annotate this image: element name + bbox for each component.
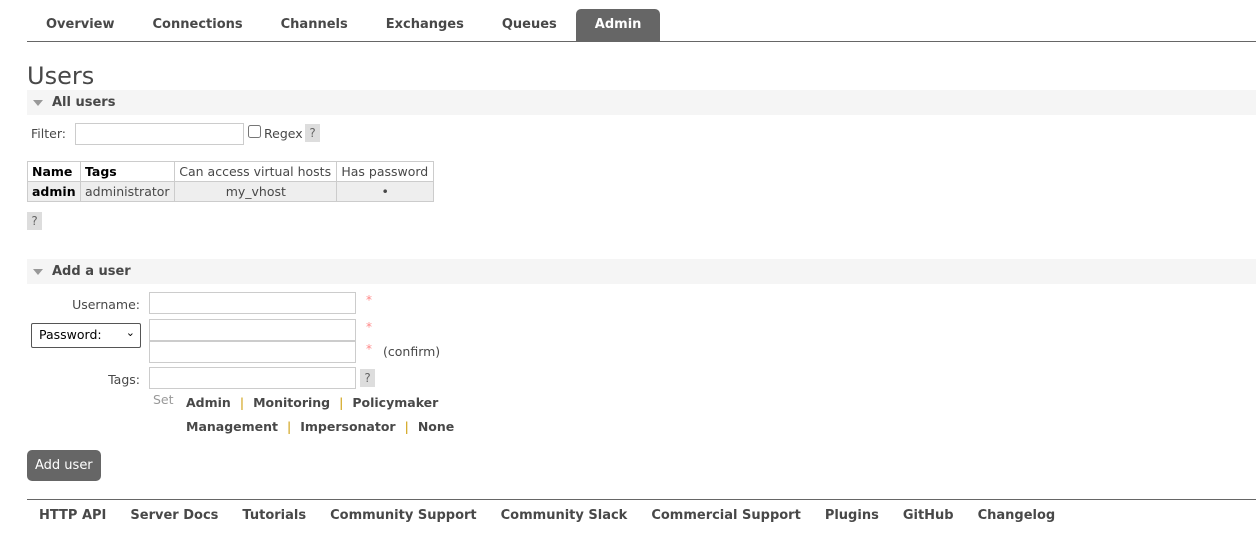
password-input[interactable] [149,319,356,341]
main-nav-tabs: Overview Connections Channels Exchanges … [27,9,1256,42]
footer-link-community-support[interactable]: Community Support [330,500,477,532]
footer-links: HTTP API Server Docs Tutorials Community… [27,499,1256,532]
filter-help-button[interactable]: ? [305,124,320,142]
required-marker: * [366,342,372,356]
filter-label: Filter: [31,126,66,141]
footer-link-community-slack[interactable]: Community Slack [501,500,628,532]
user-name-link[interactable]: admin [27,181,81,202]
password-select-value: Password: [39,327,102,342]
password-confirm-input[interactable] [149,341,356,363]
tab-connections[interactable]: Connections [134,9,262,41]
user-vhosts: my_vhost [174,181,338,202]
col-has-password: Has password [336,161,434,182]
required-marker: * [366,320,372,334]
separator: | [287,419,292,434]
set-label: Set [153,392,174,407]
page-title: Users [27,62,95,90]
username-input[interactable] [149,292,356,314]
user-has-password: • [336,181,434,202]
footer-link-commercial-support[interactable]: Commercial Support [651,500,801,532]
separator: | [339,395,344,410]
all-users-section-header[interactable]: All users [27,90,1256,115]
col-name[interactable]: Name [27,161,81,182]
username-label: Username: [72,297,140,312]
footer-link-server-docs[interactable]: Server Docs [130,500,218,532]
regex-label: Regex [264,126,303,141]
tab-queues[interactable]: Queues [483,9,576,41]
add-user-section-header[interactable]: Add a user [27,259,1256,284]
collapse-triangle-icon [33,269,43,275]
section-title: Add a user [52,264,131,279]
tab-exchanges[interactable]: Exchanges [367,9,483,41]
tab-admin[interactable]: Admin [575,9,661,41]
footer-link-plugins[interactable]: Plugins [825,500,879,532]
collapse-triangle-icon [33,100,43,106]
separator: | [404,419,409,434]
footer-link-http-api[interactable]: HTTP API [39,500,106,532]
tag-admin-link[interactable]: Admin [186,395,231,410]
tag-management-link[interactable]: Management [186,419,278,434]
footer-link-changelog[interactable]: Changelog [978,500,1056,532]
filter-input[interactable] [75,123,244,145]
required-marker: * [366,293,372,307]
confirm-label: (confirm) [383,344,441,359]
tag-shortcuts-row-1: Admin | Monitoring | Policymaker [186,395,438,410]
tab-channels[interactable]: Channels [262,9,367,41]
tag-impersonator-link[interactable]: Impersonator [300,419,395,434]
tag-shortcuts-row-2: Management | Impersonator | None [186,419,454,434]
table-row[interactable]: admin administrator my_vhost • [27,181,434,202]
tag-policymaker-link[interactable]: Policymaker [352,395,438,410]
add-user-button[interactable]: Add user [27,450,101,481]
tags-input[interactable] [149,367,356,389]
users-table: Name Tags Can access virtual hosts Has p… [27,161,434,202]
tags-label: Tags: [108,372,140,387]
tag-monitoring-link[interactable]: Monitoring [253,395,330,410]
regex-checkbox[interactable] [248,125,261,138]
col-vhosts: Can access virtual hosts [174,161,338,182]
user-tags: administrator [79,181,176,202]
chevron-down-icon: ⌄ [125,326,135,339]
tag-none-link[interactable]: None [418,419,454,434]
tags-help-button[interactable]: ? [360,369,375,387]
footer-link-tutorials[interactable]: Tutorials [242,500,306,532]
table-header-row: Name Tags Can access virtual hosts Has p… [27,161,434,182]
col-tags[interactable]: Tags [79,161,176,182]
footer-link-github[interactable]: GitHub [903,500,954,532]
password-type-select[interactable]: Password: ⌄ [31,323,141,348]
section-title: All users [52,95,116,110]
separator: | [239,395,245,410]
tab-overview[interactable]: Overview [27,9,134,41]
table-help-button[interactable]: ? [27,212,42,230]
